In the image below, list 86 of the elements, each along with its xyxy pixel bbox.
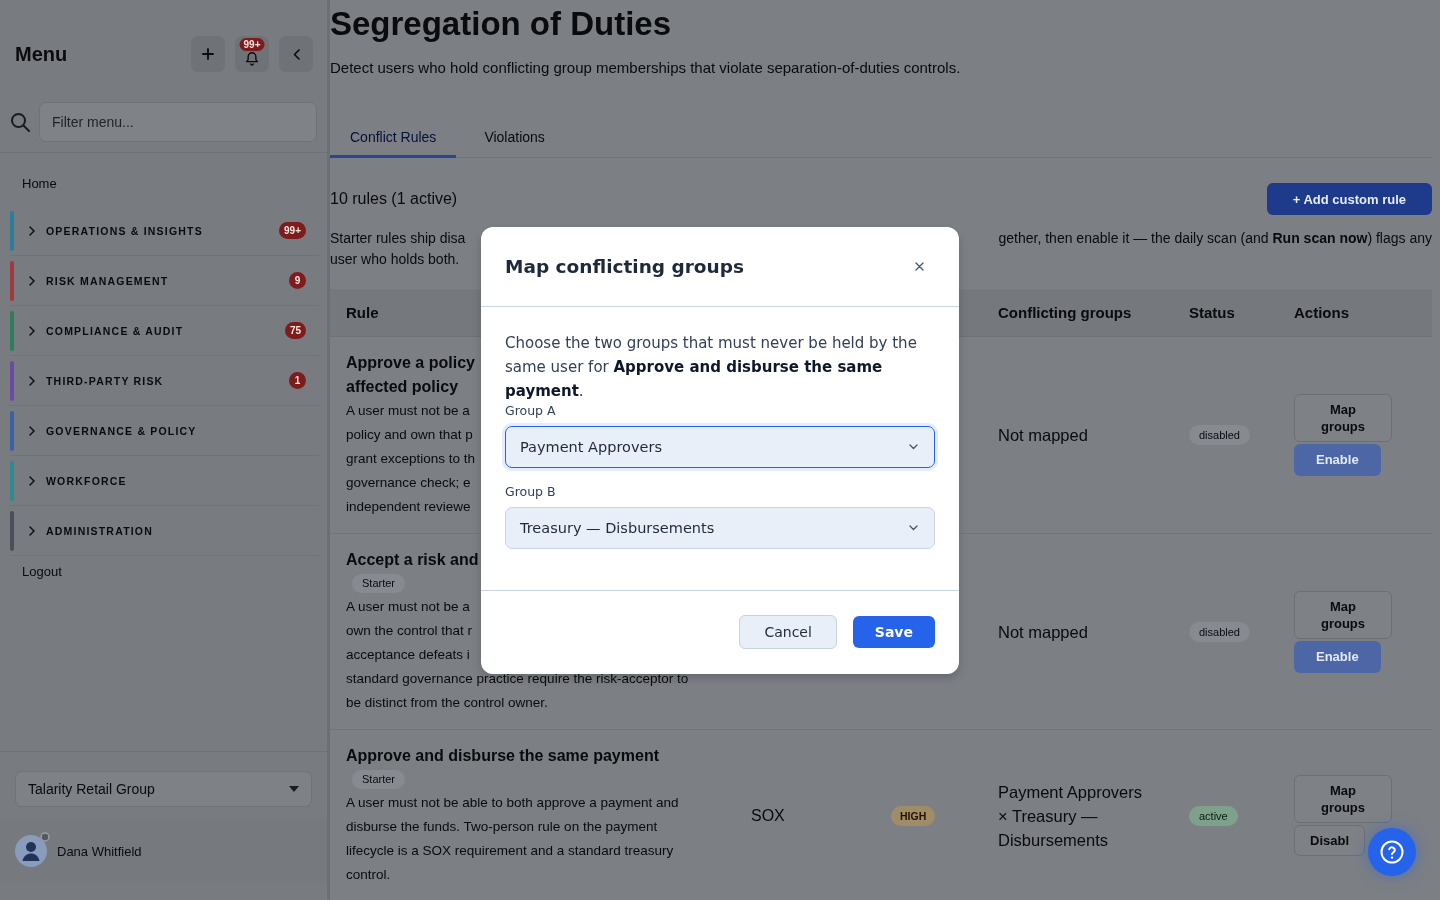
nav-section[interactable]: THIRD-PARTY RISK 1 [10,356,319,406]
rule-description-line: grant exceptions to th [346,450,476,468]
field-label: Group B [505,483,556,500]
nav-section[interactable]: OPERATIONS & INSIGHTS 99+ [10,206,319,256]
tag-badge: Starter [352,770,405,789]
conflicting-groups-text: Not mapped [998,621,1088,643]
dialog-description: Choose the two groups that must never be held by the same user for Approve and disburse the same payment. [505,332,918,402]
notifications-button[interactable]: 99+ [235,36,269,72]
chevron-left-icon [292,48,300,60]
tag-badge: Starter [352,574,405,593]
dialog-title: Map conflicting groups [505,255,744,277]
page-title: Segregation of Duties [330,6,672,42]
cancel-button[interactable]: Cancel [739,615,837,649]
rule-description-line: policy and own that p [346,426,473,444]
conflicting-groups-text: Payment Approvers × Treasury — Disbursements [998,781,1143,851]
column-header: Status [1189,304,1235,321]
sidebar-title: Menu [15,42,68,65]
rule-title: Approve and disburse the same payment [346,746,659,766]
user-name: Dana Whitfield [57,843,142,859]
help-button[interactable] [1368,828,1416,876]
rule-count: 10 rules (1 active) [330,190,458,208]
search-icon [10,112,30,132]
help-icon [1380,840,1404,864]
nav-link[interactable]: Home [22,171,57,196]
nav-link[interactable]: Logout [22,560,62,584]
action-button[interactable]: Map groups [1294,590,1392,639]
group-select[interactable]: Payment Approvers [505,425,935,468]
nav-section[interactable]: ADMINISTRATION [10,506,319,556]
tab[interactable]: Conflict Rules [330,118,457,158]
info-text: user who holds both. [330,250,460,269]
page-subtitle: Detect users who hold conflicting group memberships that violate separation-of-duties controls. [330,58,961,78]
rule-description-line: governance check; e [346,474,471,492]
notification-badge: 99+ [239,38,265,51]
plus-icon [202,48,214,60]
nav-section[interactable]: RISK MANAGEMENT 9 [10,256,319,306]
count-badge: 99+ [279,222,306,239]
add-rule-button[interactable]: + Add custom rule [1266,183,1432,215]
count-badge: 75 [284,322,306,339]
rule-description-line: lifecycle is a SOX requirement and a standard treasury [346,842,674,860]
severity-badge: HIGH [891,805,936,826]
count-badge: 1 [289,372,306,389]
nav-section[interactable]: WORKFORCE [10,456,319,506]
rule-description-line: control. [346,866,391,884]
column-header: Actions [1294,304,1349,321]
action-button[interactable]: Disabl [1294,825,1365,856]
status-badge: active [1189,805,1238,826]
rule-description-line: A user must not be a [346,402,470,420]
filter-input[interactable]: Filter menu... [39,102,317,142]
close-icon [914,261,924,271]
rule-title: affected policy [346,377,459,397]
avatar-icon [15,835,47,867]
field-label: Group A [505,402,556,419]
rule-description-line: be distinct from the control owner. [346,694,548,712]
status-badge: disabled [1189,621,1250,642]
info-text: gether, then enable it — the daily scan (and Run scan now) flags any [998,229,1432,248]
collapse-button[interactable] [279,36,313,72]
count-badge: 9 [289,272,306,289]
framework-text: SOX [751,806,785,825]
rule-description-line: own the control that r [346,622,473,640]
tab[interactable]: Violations [464,118,565,158]
organization-select[interactable]: Talarity Retail Group [15,771,312,807]
add-button[interactable] [191,36,225,72]
rule-description-line: independent reviewe [346,498,471,516]
status-badge: disabled [1189,425,1250,445]
nav-section[interactable]: GOVERNANCE & POLICY [10,406,319,456]
save-button[interactable]: Save [852,616,935,648]
rule-description-line: acceptance defeats i [346,646,470,664]
chevron-down-icon [909,443,918,450]
group-select[interactable]: Treasury — Disbursements [505,506,935,549]
rule-title: Accept a risk and [346,550,479,570]
caret-down-icon [289,786,299,792]
rule-description-line: A user must not be a [346,598,470,616]
column-header: Rule [346,304,379,321]
bell-icon [245,52,259,66]
rule-description-line: A user must not be able to both approve a payment and [346,794,679,812]
action-button[interactable]: Map groups [1294,775,1392,823]
conflicting-groups-text: Not mapped [998,425,1088,446]
rule-title: Approve a policy [346,353,475,373]
nav-section[interactable]: COMPLIANCE & AUDIT 75 [10,306,319,356]
action-button[interactable]: Map groups [1294,394,1392,442]
chevron-down-icon [909,524,918,531]
rule-description-line: disburse the funds. Two-person rule on the payment [346,818,658,836]
rule-description-line: standard governance practice require the risk-acceptor to [346,670,689,688]
info-text: Starter rules ship disa [330,229,466,248]
column-header: Conflicting groups [998,304,1132,321]
status-dot-icon [40,832,50,842]
